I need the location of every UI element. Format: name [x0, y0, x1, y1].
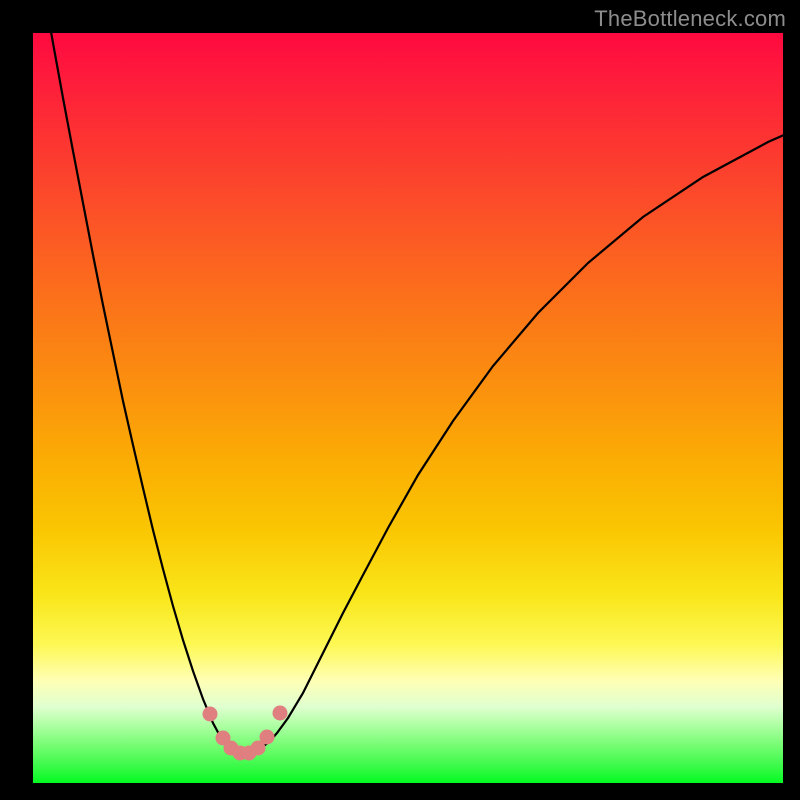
watermark-text: TheBottleneck.com	[594, 6, 786, 32]
curve-markers	[203, 706, 288, 761]
curve-right-arm	[245, 131, 793, 754]
curve-left-arm	[45, 0, 245, 754]
figure-frame: TheBottleneck.com	[0, 0, 800, 800]
curve-marker	[203, 707, 218, 722]
curve-marker	[273, 706, 288, 721]
curve-layer	[33, 33, 783, 783]
curve-marker	[260, 730, 275, 745]
